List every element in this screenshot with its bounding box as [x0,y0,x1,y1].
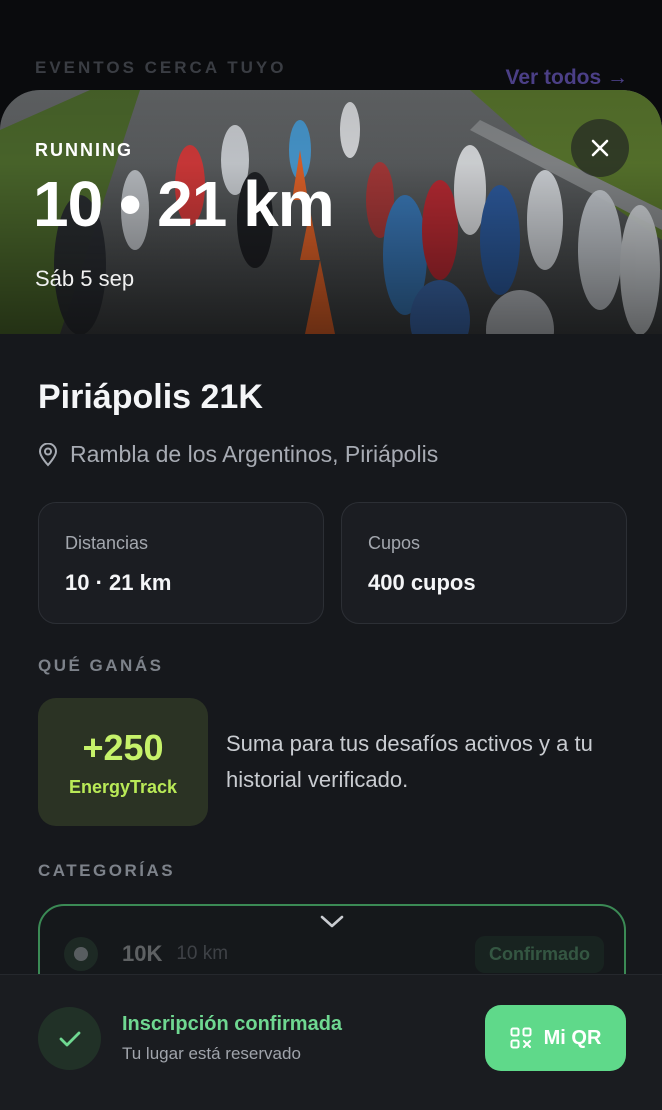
see-all-link[interactable]: Ver todos → [505,66,628,90]
qr-code-icon [510,1027,532,1049]
distances-value: 10 · 21 km [65,570,172,595]
confirmed-badge [38,1007,101,1070]
my-qr-label: Mi QR [543,1026,602,1049]
category-radio[interactable] [64,937,98,971]
category-name: 10K [122,941,163,966]
reward-points: +250 [82,726,164,768]
registration-footer: Inscripción confirmada Tu lugar está res… [0,974,662,1110]
hero-distances-title: 10 • 21 km [33,168,335,240]
event-name: Piriápolis 21K [38,378,263,416]
chevron-down-icon[interactable] [319,914,345,930]
reward-description: Suma para tus desafíos activos y a tu hi… [226,731,593,792]
close-button[interactable] [571,119,629,177]
reward-badge: +250 EnergyTrack [38,698,208,826]
distances-card: Distancias 10 · 21 km [38,502,324,624]
registration-status-subtitle: Tu lugar está reservado [122,1044,301,1063]
registration-status-title: Inscripción confirmada [122,1013,343,1035]
event-location: Rambla de los Argentinos, Piriápolis [38,441,438,468]
event-detail-sheet: RUNNING 10 • 21 km Sáb 5 sep Piriápolis … [0,90,662,1110]
category-row[interactable]: 10K 10 km Confirmado [64,934,604,974]
spots-card: Cupos 400 cupos [341,502,627,624]
close-icon [591,139,609,157]
check-icon [59,1031,80,1046]
background-section-title: EVENTOS CERCA TUYO [35,58,287,77]
categories-section-title: CATEGORÍAS [38,861,176,880]
my-qr-button[interactable]: Mi QR [485,1005,626,1071]
category-status-badge: Confirmado [475,935,604,973]
distances-label: Distancias [65,533,149,553]
reward-brand: EnergyTrack [68,776,178,797]
sport-tag: RUNNING [35,140,133,160]
spots-value: 400 cupos [368,570,476,595]
map-pin-icon [38,442,58,466]
event-hero: RUNNING 10 • 21 km Sáb 5 sep [0,90,662,334]
spots-label: Cupos [368,533,421,553]
event-date: Sáb 5 sep [35,266,135,291]
location-text: Rambla de los Argentinos, Piriápolis [70,441,439,467]
rewards-section-title: QUÉ GANÁS [38,656,164,675]
category-distance: 10 km [176,943,229,964]
